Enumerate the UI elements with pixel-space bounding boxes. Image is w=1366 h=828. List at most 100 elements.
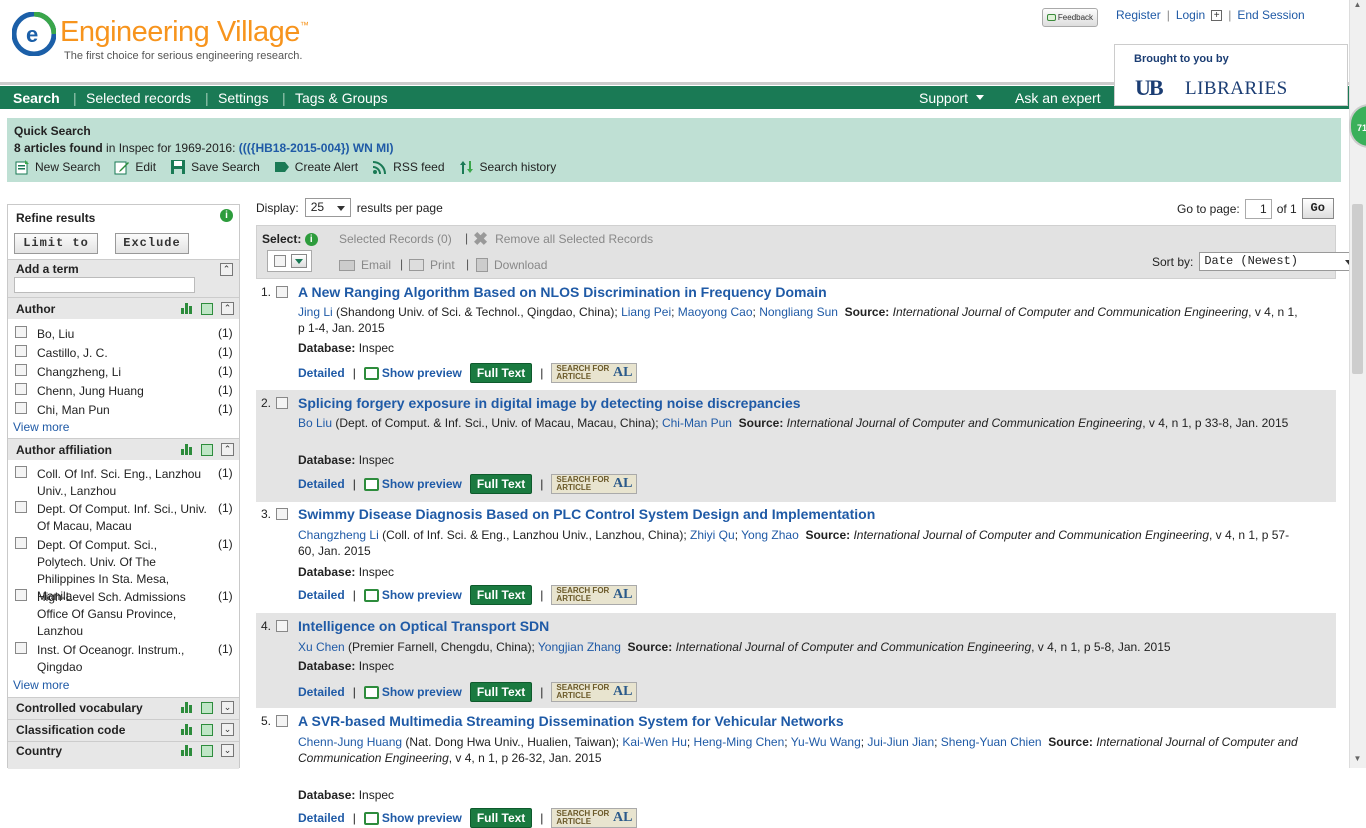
expand-icon[interactable]: ⌄ (221, 701, 234, 714)
facet-item[interactable]: Dept. Of Comput. Inf. Sci., Univ. Of Mac… (15, 501, 233, 533)
record-title-link[interactable]: Swimmy Disease Diagnosis Based on PLC Co… (298, 506, 875, 522)
full-text-button[interactable]: Full Text (469, 682, 533, 702)
scroll-up-icon[interactable]: ▲ (1352, 0, 1363, 14)
author-link[interactable]: Yongjian Zhang (538, 640, 621, 654)
author-link[interactable]: Jing Li (298, 305, 333, 319)
register-link[interactable]: Register (1116, 8, 1161, 22)
search-for-article-button[interactable]: SEARCH FOR ARTICLE AL (551, 474, 638, 494)
bar-chart-icon[interactable] (181, 745, 193, 756)
author-link[interactable]: Sheng-Yuan Chien (941, 735, 1042, 749)
full-text-button[interactable]: Full Text (469, 585, 533, 605)
full-text-button[interactable]: Full Text (469, 474, 533, 494)
author-link[interactable]: Yu-Wu Wang (791, 735, 861, 749)
search-for-article-button[interactable]: SEARCH FOR ARTICLE AL (551, 682, 638, 702)
expand-icon[interactable]: ⌄ (221, 744, 234, 757)
info-icon[interactable]: i (220, 209, 233, 222)
facet-item[interactable]: High-Level Sch. Admissions Office Of Gan… (15, 589, 233, 638)
nav-settings[interactable]: Settings (218, 90, 269, 106)
select-all-checkbox[interactable] (274, 255, 286, 267)
table-export-icon[interactable] (201, 701, 213, 714)
author-link[interactable]: Heng-Ming Chen (694, 735, 785, 749)
add-term-input[interactable] (14, 277, 195, 293)
nav-search[interactable]: Search (13, 90, 60, 106)
checkbox[interactable] (15, 364, 27, 376)
checkbox[interactable] (15, 537, 27, 549)
view-more-link[interactable]: View more (13, 678, 69, 692)
view-more-link[interactable]: View more (13, 420, 69, 434)
edit-button[interactable]: Edit (114, 159, 156, 175)
record-title-link[interactable]: A SVR-based Multimedia Streaming Dissemi… (298, 713, 844, 729)
query-link[interactable]: ((({HB18-2015-004}) WN MI) (239, 141, 394, 155)
checkbox[interactable] (15, 345, 27, 357)
facet-item[interactable]: Bo, Liu (1) (15, 326, 233, 341)
detailed-link[interactable]: Detailed (298, 366, 345, 380)
author-link[interactable]: Liang Pei (621, 305, 671, 319)
detailed-link[interactable]: Detailed (298, 477, 345, 491)
facet-item[interactable]: Castillo, J. C. (1) (15, 345, 233, 360)
exclude-button[interactable]: Exclude (115, 233, 189, 254)
checkbox[interactable] (15, 383, 27, 395)
remove-all-selected-button[interactable]: ✖ Remove all Selected Records (473, 230, 653, 248)
expand-icon[interactable]: ⌄ (221, 723, 234, 736)
table-export-icon[interactable] (201, 302, 213, 315)
author-link[interactable]: Xu Chen (298, 640, 345, 654)
facet-item[interactable]: Changzheng, Li (1) (15, 364, 233, 379)
page-number-input[interactable]: 1 (1244, 198, 1272, 219)
collapse-icon[interactable]: ⌃ (220, 263, 233, 276)
bar-chart-icon[interactable] (181, 303, 193, 314)
nav-selected-records[interactable]: Selected records (86, 90, 191, 106)
search-for-article-button[interactable]: SEARCH FOR ARTICLE AL (551, 363, 638, 383)
checkbox[interactable] (15, 589, 27, 601)
bar-chart-icon[interactable] (181, 724, 193, 735)
limit-to-button[interactable]: Limit to (14, 233, 98, 254)
checkbox[interactable] (15, 466, 27, 478)
checkbox[interactable] (15, 402, 27, 414)
select-all-control[interactable] (267, 250, 312, 272)
info-icon[interactable]: i (304, 233, 318, 247)
results-per-page-select[interactable]: 25 (304, 198, 351, 217)
save-search-button[interactable]: Save Search (170, 159, 260, 175)
record-checkbox[interactable] (276, 620, 288, 632)
table-export-icon[interactable] (201, 744, 213, 757)
collapse-icon[interactable]: ⌃ (221, 302, 234, 315)
record-title-link[interactable]: Splicing forgery exposure in digital ima… (298, 395, 801, 411)
checkbox[interactable] (15, 642, 27, 654)
create-alert-button[interactable]: Create Alert (274, 159, 358, 175)
scrollbar-thumb[interactable] (1352, 204, 1363, 374)
record-checkbox[interactable] (276, 715, 288, 727)
author-link[interactable]: Zhiyi Qu (690, 528, 735, 542)
download-button[interactable]: Download (476, 258, 547, 272)
nav-tags-groups[interactable]: Tags & Groups (295, 90, 388, 106)
show-preview-link[interactable]: Show preview (363, 811, 462, 825)
facet-item[interactable]: Chenn, Jung Huang (1) (15, 383, 233, 398)
checkbox[interactable] (15, 501, 27, 513)
facet-item[interactable]: Coll. Of Inf. Sci. Eng., Lanzhou Univ., … (15, 466, 233, 498)
sort-select[interactable]: Date (Newest) (1199, 252, 1360, 271)
login-expand-icon[interactable]: + (1211, 9, 1223, 21)
checkbox[interactable] (15, 326, 27, 338)
select-dropdown-icon[interactable] (291, 254, 307, 268)
facet-item[interactable]: Dept. Of Comput. Sci., Polytech. Univ. O… (15, 537, 233, 603)
author-link[interactable]: Kai-Wen Hu (622, 735, 686, 749)
login-link[interactable]: Login (1176, 8, 1205, 22)
selected-records-link[interactable]: Selected Records (0) (339, 232, 452, 246)
record-title-link[interactable]: Intelligence on Optical Transport SDN (298, 618, 549, 634)
collapse-icon[interactable]: ⌃ (221, 443, 234, 456)
email-button[interactable]: Email (339, 258, 391, 272)
detailed-link[interactable]: Detailed (298, 811, 345, 825)
show-preview-link[interactable]: Show preview (363, 588, 462, 602)
search-history-button[interactable]: Search history (459, 159, 556, 175)
facet-item[interactable]: Chi, Man Pun (1) (15, 402, 233, 417)
bar-chart-icon[interactable] (181, 702, 193, 713)
record-checkbox[interactable] (276, 286, 288, 298)
feedback-button[interactable]: Feedback (1042, 8, 1098, 27)
show-preview-link[interactable]: Show preview (363, 477, 462, 491)
end-session-link[interactable]: End Session (1237, 8, 1304, 22)
record-checkbox[interactable] (276, 508, 288, 520)
detailed-link[interactable]: Detailed (298, 588, 345, 602)
record-title-link[interactable]: A New Ranging Algorithm Based on NLOS Di… (298, 284, 827, 300)
author-link[interactable]: Yong Zhao (741, 528, 799, 542)
facet-item[interactable]: Inst. Of Oceanogr. Instrum., Qingdao (1) (15, 642, 233, 674)
rss-feed-button[interactable]: RSS feed (372, 159, 445, 175)
scroll-down-icon[interactable]: ▼ (1352, 754, 1363, 768)
